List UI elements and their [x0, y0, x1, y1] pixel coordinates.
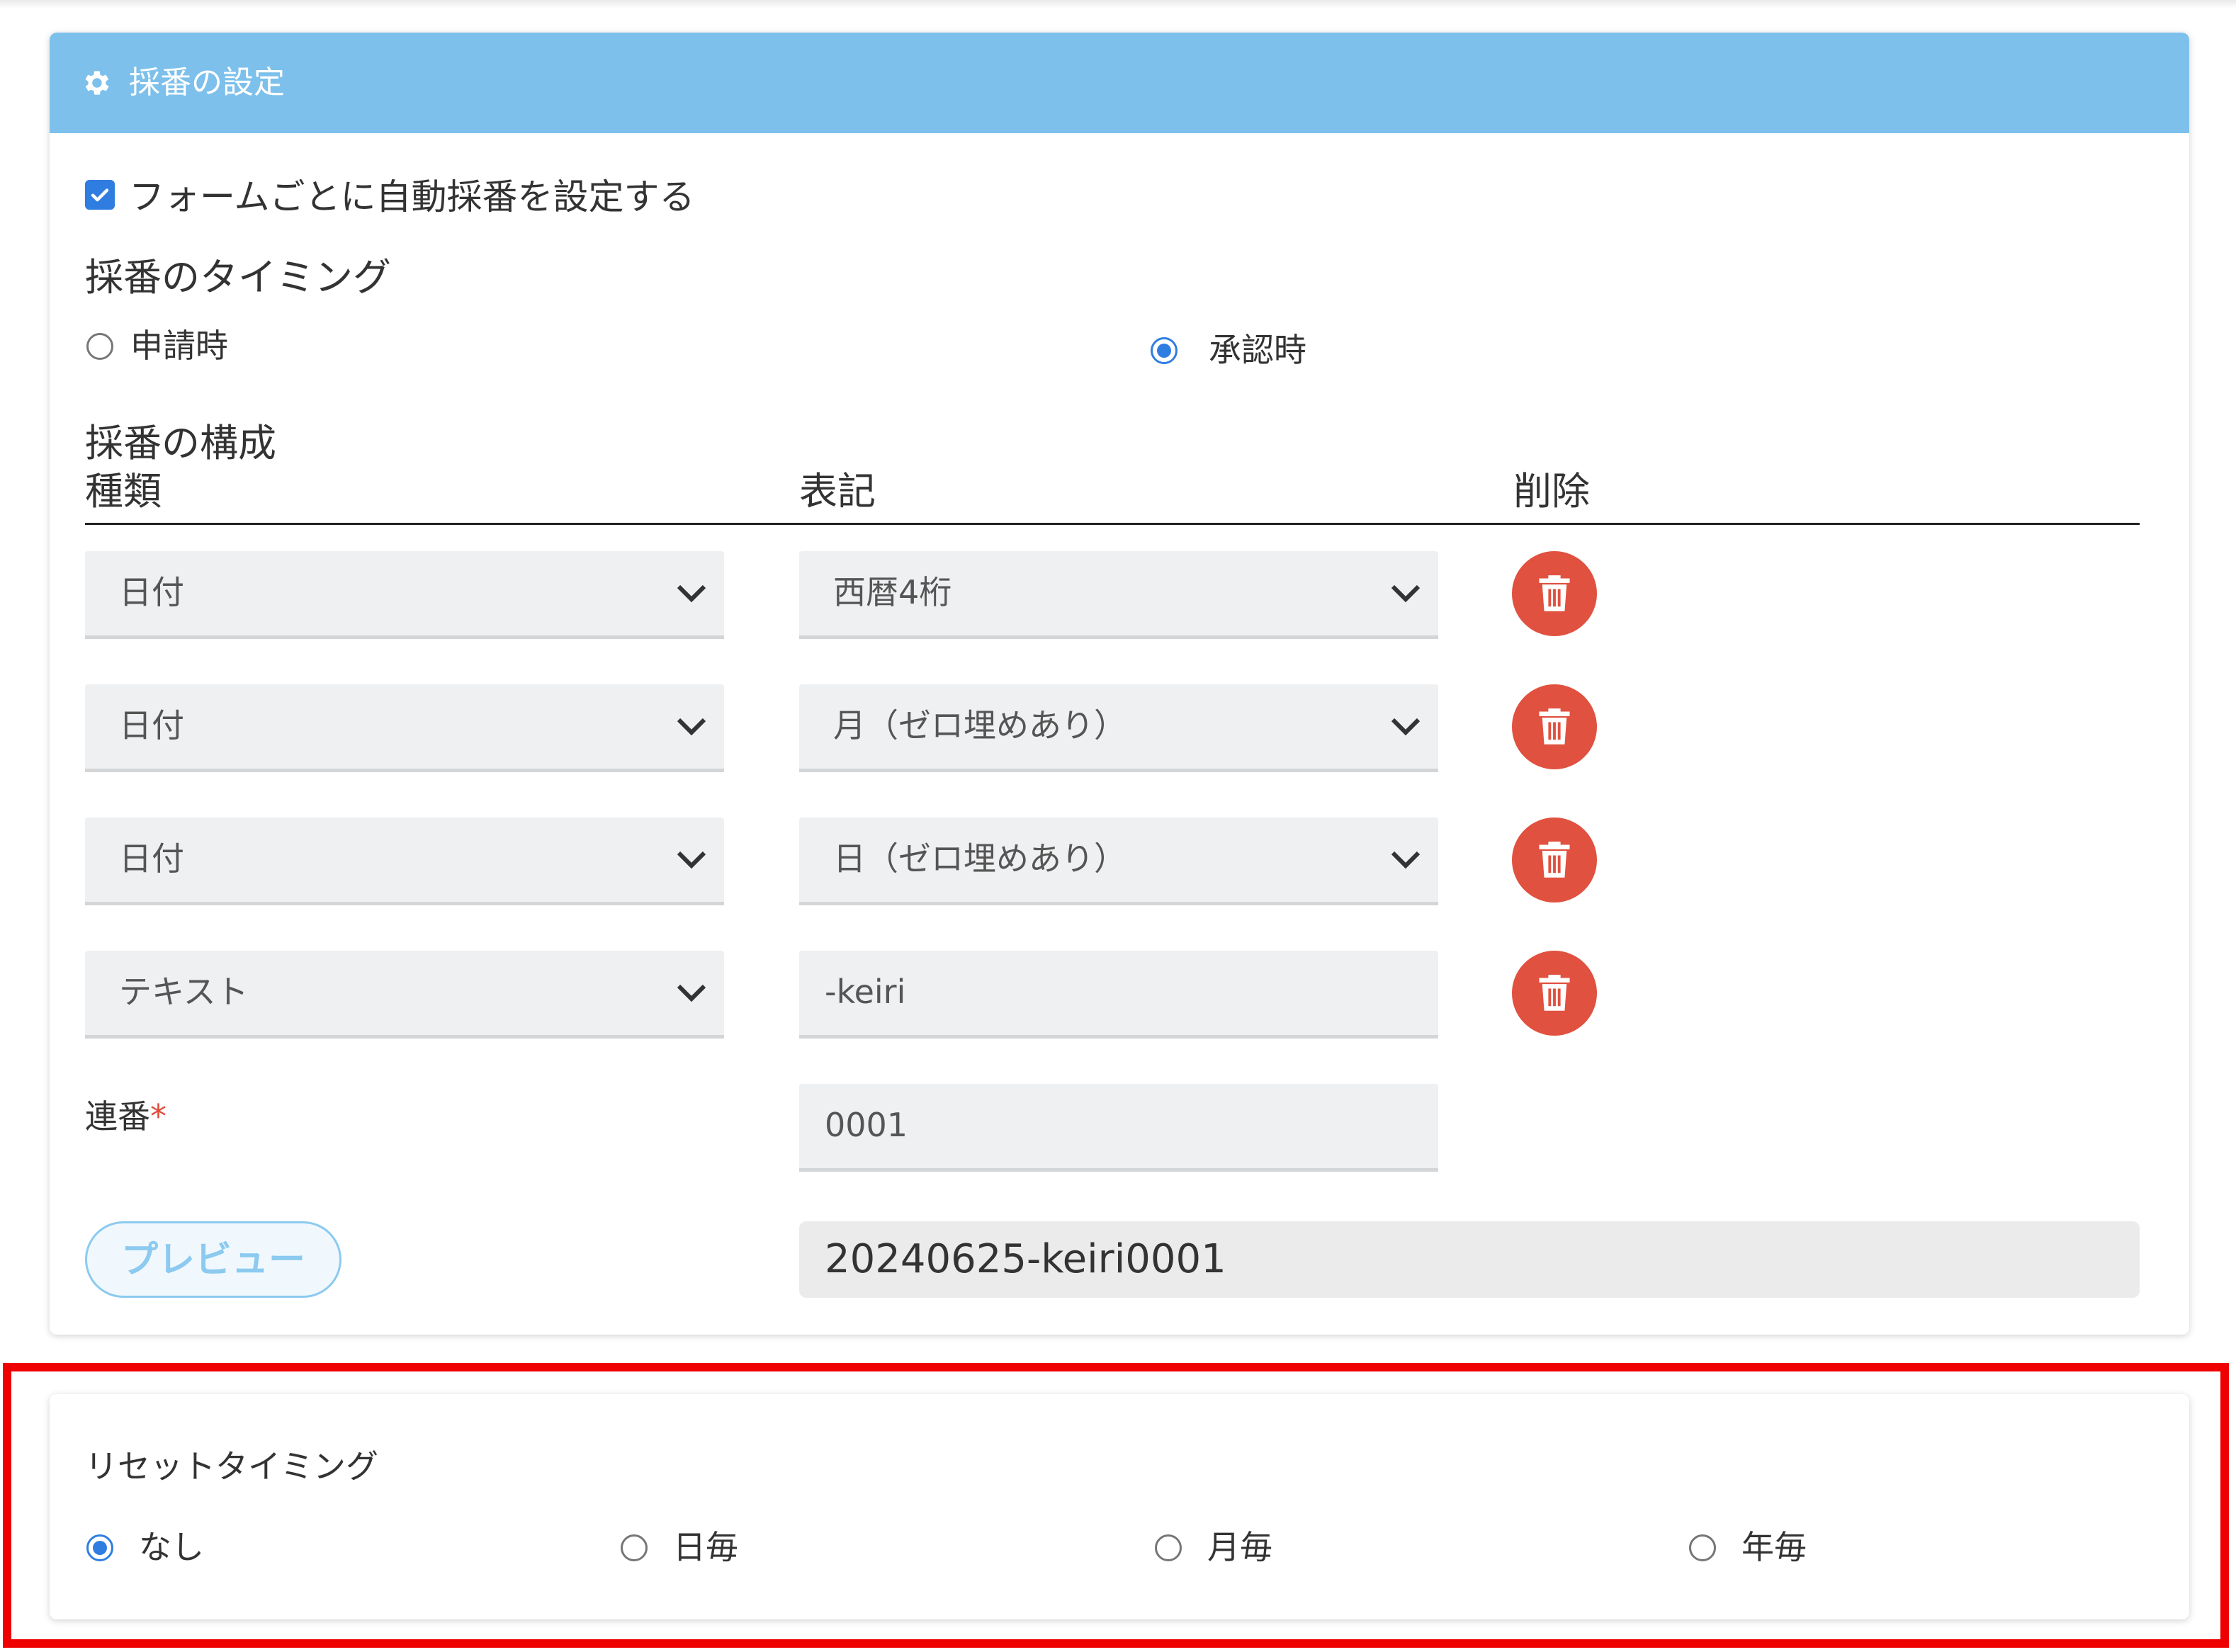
chevron-down-icon: [1391, 584, 1421, 603]
radio-reset-monthly-label: 月毎: [1207, 1528, 1272, 1566]
type-select-row-4[interactable]: テキスト: [85, 951, 724, 1039]
radio-timing-approve-label: 承認時: [1209, 331, 1306, 369]
notation-select-value: 月（ゼロ埋めあり）: [833, 706, 1127, 745]
auto-numbering-checkbox[interactable]: [85, 180, 115, 210]
timing-title: 採番のタイミング: [85, 255, 391, 300]
required-mark: *: [150, 1097, 166, 1136]
check-icon: [91, 188, 109, 202]
gear-icon: [85, 71, 109, 95]
radio-reset-none[interactable]: [86, 1534, 113, 1561]
chevron-down-icon: [1391, 718, 1421, 736]
radio-reset-none-label: なし: [139, 1528, 204, 1566]
table-header-divider: [85, 523, 2140, 525]
radio-reset-daily[interactable]: [621, 1534, 648, 1561]
radio-timing-approve[interactable]: [1151, 337, 1178, 364]
preview-button[interactable]: プレビュー: [85, 1221, 341, 1298]
trash-icon: [1539, 842, 1570, 878]
serial-number-value: 0001: [825, 1106, 908, 1144]
notation-select-value: 西暦4桁: [833, 573, 952, 611]
serial-label: 連番*: [85, 1095, 166, 1138]
card-title: 採番の設定: [129, 64, 285, 101]
delete-row-4-button[interactable]: [1512, 951, 1597, 1036]
chevron-down-icon: [1391, 851, 1421, 869]
notation-select-row-2[interactable]: 月（ゼロ埋めあり）: [799, 684, 1438, 772]
type-select-value: 日付: [119, 839, 184, 878]
auto-numbering-label: フォームごとに自動採番を設定する: [129, 176, 695, 217]
serial-label-text: 連番: [85, 1097, 150, 1136]
radio-reset-daily-label: 日毎: [673, 1528, 738, 1566]
radio-reset-yearly[interactable]: [1689, 1534, 1716, 1561]
card-header: 採番の設定: [50, 33, 2189, 133]
type-select-row-1[interactable]: 日付: [85, 551, 724, 639]
composition-title: 採番の構成: [85, 421, 276, 465]
type-select-value: 日付: [119, 573, 184, 611]
notation-text-input-row-4[interactable]: -keiri: [799, 951, 1438, 1039]
radio-reset-yearly-label: 年毎: [1741, 1528, 1807, 1566]
radio-reset-monthly[interactable]: [1155, 1534, 1182, 1561]
column-header-type: 種類: [85, 469, 162, 514]
delete-row-2-button[interactable]: [1512, 684, 1597, 769]
trash-icon: [1539, 975, 1570, 1011]
delete-row-3-button[interactable]: [1512, 817, 1597, 903]
delete-row-1-button[interactable]: [1512, 551, 1597, 636]
type-select-row-3[interactable]: 日付: [85, 817, 724, 905]
chevron-down-icon: [677, 584, 706, 603]
radio-timing-apply[interactable]: [86, 333, 113, 360]
column-header-delete: 削除: [1513, 469, 1590, 514]
serial-number-input[interactable]: 0001: [799, 1084, 1438, 1172]
notation-select-row-3[interactable]: 日（ゼロ埋めあり）: [799, 817, 1438, 905]
radio-timing-apply-label: 申請時: [130, 327, 228, 365]
notation-select-row-1[interactable]: 西暦4桁: [799, 551, 1438, 639]
page-top-edge: [0, 0, 2236, 9]
preview-output: 20240625-keiri0001: [799, 1221, 2140, 1298]
numbering-settings-card: 採番の設定 フォームごとに自動採番を設定する 採番のタイミング 申請時 承認時 …: [50, 33, 2189, 1335]
type-select-row-2[interactable]: 日付: [85, 684, 724, 772]
trash-icon: [1539, 575, 1570, 611]
preview-value: 20240625-keiri0001: [825, 1236, 1226, 1282]
type-select-value: 日付: [119, 706, 184, 745]
reset-timing-title: リセットタイミング: [85, 1447, 378, 1486]
reset-timing-card: リセットタイミング なし 日毎 月毎 年毎: [50, 1394, 2189, 1619]
chevron-down-icon: [677, 851, 706, 869]
column-header-notation: 表記: [799, 469, 876, 514]
notation-text-value: -keiri: [825, 973, 906, 1011]
trash-icon: [1539, 708, 1570, 745]
chevron-down-icon: [677, 718, 706, 736]
notation-select-value: 日（ゼロ埋めあり）: [833, 839, 1127, 878]
type-select-value: テキスト: [119, 973, 249, 1011]
chevron-down-icon: [677, 984, 706, 1002]
preview-button-label: プレビュー: [120, 1239, 305, 1282]
